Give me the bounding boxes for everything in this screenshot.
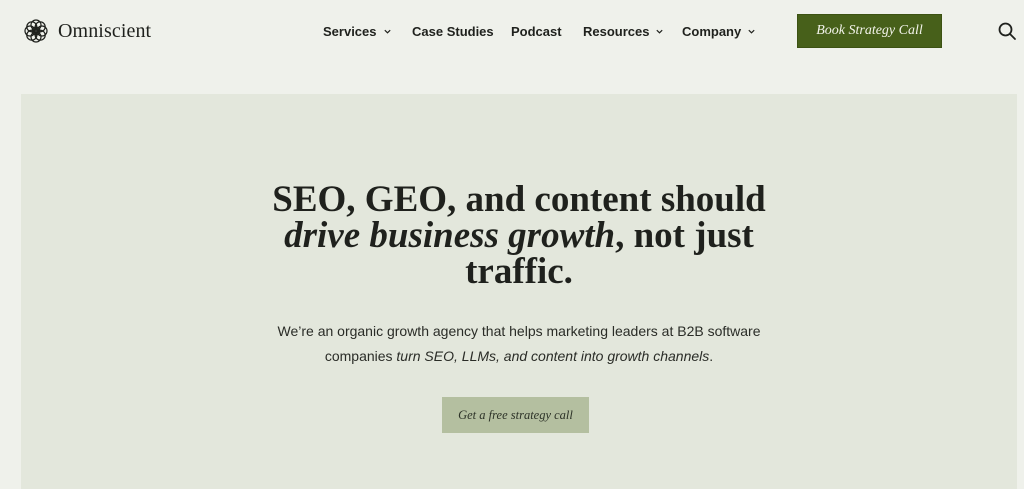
headline-text: SEO, GEO, and content should (272, 179, 766, 220)
nav-item-label: Resources (583, 23, 650, 39)
nav-item-case-studies[interactable]: Case Studies (412, 22, 494, 40)
nav-item-label: Case Studies (412, 23, 494, 39)
hero-section: SEO, GEO, and content should drive busin… (21, 94, 1017, 489)
logo-icon (22, 17, 50, 45)
search-button[interactable] (997, 21, 1017, 41)
search-icon (998, 22, 1016, 40)
nav-item-services[interactable]: Services (323, 22, 392, 40)
subheading-text: companies (324, 348, 397, 364)
logo[interactable]: Omniscient (22, 16, 151, 46)
subheading-emphasis: turn SEO, LLMs, and content into growth … (396, 348, 710, 364)
subheading-text: . (709, 348, 714, 364)
nav-item-podcast[interactable]: Podcast (511, 22, 562, 40)
headline-text: traffic. (465, 251, 573, 292)
site-header: Omniscient Services Case Studies Podcast… (0, 0, 1024, 62)
chevron-down-icon (656, 29, 664, 34)
nav-item-label: Services (323, 23, 377, 39)
chevron-down-icon (383, 29, 391, 34)
subheading-text: We’re an organic growth agency that help… (277, 323, 761, 339)
headline-text: , not just (615, 215, 754, 256)
hero-headline: SEO, GEO, and content should drive busin… (21, 179, 1017, 292)
nav-item-label: Podcast (511, 23, 562, 39)
nav-item-label: Company (682, 23, 742, 39)
free-strategy-call-button[interactable]: Get a free strategy call (442, 397, 589, 433)
brand-name: Omniscient (58, 19, 152, 42)
book-strategy-call-button[interactable]: Book Strategy Call (797, 14, 942, 48)
nav-item-resources[interactable]: Resources (583, 22, 664, 40)
chevron-down-icon (748, 29, 755, 34)
nav-item-company[interactable]: Company (682, 22, 756, 40)
headline-emphasis: drive business growth (284, 215, 616, 256)
hero-subheading: We’re an organic growth agency that help… (21, 319, 1017, 369)
